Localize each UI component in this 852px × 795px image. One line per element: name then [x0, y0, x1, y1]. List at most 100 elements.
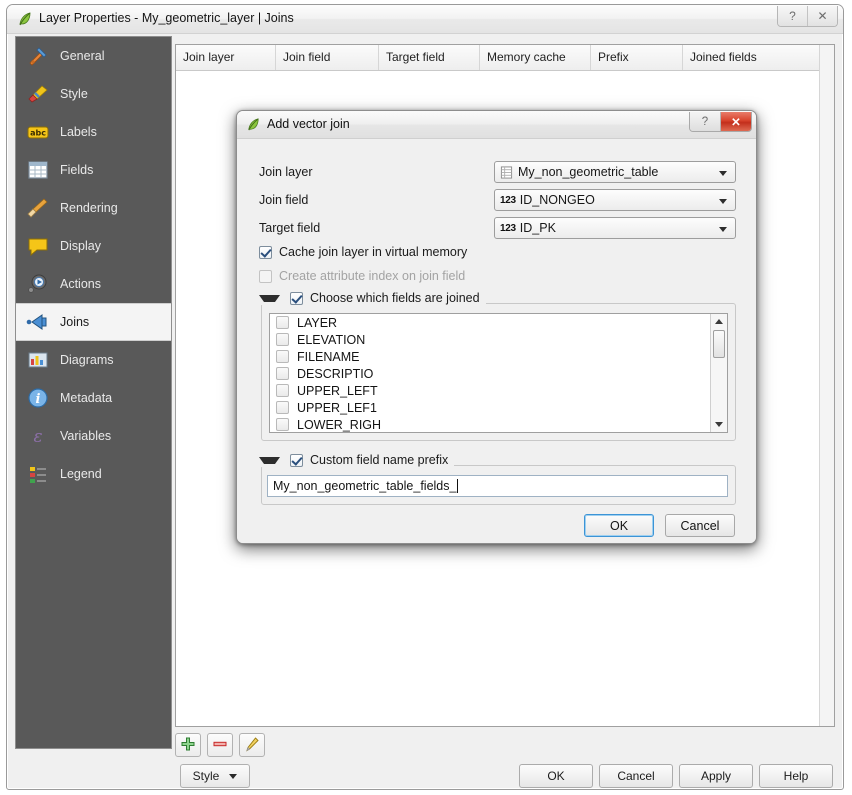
join-field-label: Join field [259, 193, 309, 207]
chart-icon [25, 347, 51, 373]
join-field-select[interactable]: 123 ID_NONGEO [494, 189, 736, 211]
join-field-row: Join field 123 ID_NONGEO [259, 189, 736, 211]
speech-bubble-icon [25, 233, 51, 259]
sidebar-item-actions[interactable]: Actions [16, 265, 171, 303]
sidebar-item-label: Fields [60, 163, 94, 177]
sidebar-item-label: Style [60, 87, 88, 101]
target-field-value: ID_PK [519, 221, 556, 235]
plus-green-icon [180, 736, 196, 755]
style-button-label: Style [192, 769, 220, 783]
sidebar-item-variables[interactable]: ε Variables [16, 417, 171, 455]
sidebar-item-metadata[interactable]: i Metadata [16, 379, 171, 417]
checkbox-indicator[interactable] [276, 418, 289, 431]
chevron-down-icon [229, 773, 238, 779]
sidebar-item-joins[interactable]: Joins [16, 303, 171, 341]
abc-label-icon: abc [25, 119, 51, 145]
qgis-leaf-icon [17, 11, 33, 27]
join-field-value: ID_NONGEO [519, 193, 595, 207]
sidebar-item-fields[interactable]: Fields [16, 151, 171, 189]
collapse-arrow-icon[interactable] [259, 294, 280, 302]
dialog-ok-button[interactable]: OK [584, 514, 654, 537]
join-layer-label: Join layer [259, 165, 313, 179]
list-item[interactable]: ELEVATION [270, 331, 727, 348]
column-header-prefix[interactable]: Prefix [591, 45, 683, 70]
list-item[interactable]: DESCRIPTIO [270, 365, 727, 382]
apply-button[interactable]: Apply [679, 764, 753, 788]
remove-join-button[interactable] [207, 733, 233, 757]
prefix-input-value: My_non_geometric_table_fields_ [273, 479, 457, 493]
list-item-label: DESCRIPTIO [297, 366, 374, 381]
column-header-joined-fields[interactable]: Joined fields [683, 45, 834, 70]
window-titlebar: Layer Properties - My_geometric_layer | … [7, 5, 843, 34]
ok-button[interactable]: OK [519, 764, 593, 788]
number-badge: 123 [500, 194, 516, 206]
dialog-body: Join layer My_non_geometric_table Join f… [237, 139, 756, 543]
list-item-label: FILENAME [297, 349, 360, 364]
list-item[interactable]: UPPER_LEF1 [270, 399, 727, 416]
list-item[interactable]: FILENAME [270, 348, 727, 365]
sidebar-item-label: Legend [60, 467, 102, 481]
joins-table-scrollbar[interactable] [819, 45, 834, 726]
prefix-input[interactable]: My_non_geometric_table_fields_ [267, 475, 728, 497]
collapse-arrow-icon[interactable] [259, 456, 280, 464]
checkbox-indicator[interactable] [276, 333, 289, 346]
epsilon-icon: ε [25, 423, 51, 449]
scrollbar-thumb[interactable] [713, 330, 725, 358]
style-button[interactable]: Style [180, 764, 250, 788]
sidebar-item-label: Rendering [60, 201, 118, 215]
checkbox-indicator[interactable] [276, 350, 289, 363]
join-arrow-icon [25, 309, 51, 335]
custom-prefix-header[interactable]: Custom field name prefix [259, 453, 455, 467]
add-join-button[interactable] [175, 733, 201, 757]
checkbox-indicator [259, 245, 272, 259]
help-button[interactable]: Help [759, 764, 833, 788]
sidebar-item-display[interactable]: Display [16, 227, 171, 265]
sidebar-item-diagrams[interactable]: Diagrams [16, 341, 171, 379]
window-controls: ? ✕ [777, 6, 838, 27]
list-item-label: ELEVATION [297, 332, 366, 347]
help-button[interactable]: ? [778, 6, 808, 26]
edit-join-button[interactable] [239, 733, 265, 757]
checkbox-indicator[interactable] [276, 401, 289, 414]
column-header-join-field[interactable]: Join field [276, 45, 379, 70]
close-icon[interactable]: ✕ [808, 6, 837, 26]
list-item[interactable]: LOWER_RIGH [270, 416, 727, 432]
choose-fields-header[interactable]: Choose which fields are joined [259, 291, 486, 305]
checkbox-indicator[interactable] [276, 367, 289, 380]
joins-table-header: Join layer Join field Target field Memor… [176, 45, 834, 71]
svg-text:i: i [36, 392, 41, 407]
join-layer-select[interactable]: My_non_geometric_table [494, 161, 736, 183]
checkbox-indicator[interactable] [276, 316, 289, 329]
scroll-up-icon[interactable] [711, 314, 727, 329]
sidebar-item-style[interactable]: Style [16, 75, 171, 113]
column-header-target-field[interactable]: Target field [379, 45, 480, 70]
checkbox-indicator[interactable] [290, 453, 303, 467]
sidebar-item-labels[interactable]: abc Labels [16, 113, 171, 151]
cancel-button[interactable]: Cancel [599, 764, 673, 788]
checkbox-indicator[interactable] [276, 384, 289, 397]
dialog-help-button[interactable]: ? [690, 112, 721, 131]
joined-fields-list[interactable]: LAYER ELEVATION FILENAME DESCRIPTIO UPPE… [269, 313, 728, 433]
target-field-select[interactable]: 123 ID_PK [494, 217, 736, 239]
checkbox-indicator[interactable] [290, 291, 303, 305]
column-header-memory-cache[interactable]: Memory cache [480, 45, 591, 70]
scroll-down-icon[interactable] [711, 417, 727, 432]
field-list-scrollbar[interactable] [710, 314, 727, 432]
list-item[interactable]: LAYER [270, 314, 727, 331]
chevron-down-icon [719, 171, 727, 176]
dialog-titlebar: Add vector join ? ✕ [237, 111, 756, 139]
create-attribute-index-checkbox: Create attribute index on join field [259, 269, 465, 283]
column-header-join-layer[interactable]: Join layer [176, 45, 276, 70]
info-circle-icon: i [25, 385, 51, 411]
choose-fields-label: Choose which fields are joined [310, 291, 480, 305]
sidebar-item-label: Display [60, 239, 101, 253]
dialog-cancel-button[interactable]: Cancel [665, 514, 735, 537]
gear-play-icon [25, 271, 51, 297]
sidebar-item-legend[interactable]: Legend [16, 455, 171, 493]
joins-toolbar [175, 733, 265, 757]
close-icon[interactable]: ✕ [721, 112, 751, 131]
cache-join-layer-checkbox[interactable]: Cache join layer in virtual memory [259, 245, 467, 259]
sidebar-item-rendering[interactable]: Rendering [16, 189, 171, 227]
sidebar-item-general[interactable]: General [16, 37, 171, 75]
list-item[interactable]: UPPER_LEFT [270, 382, 727, 399]
